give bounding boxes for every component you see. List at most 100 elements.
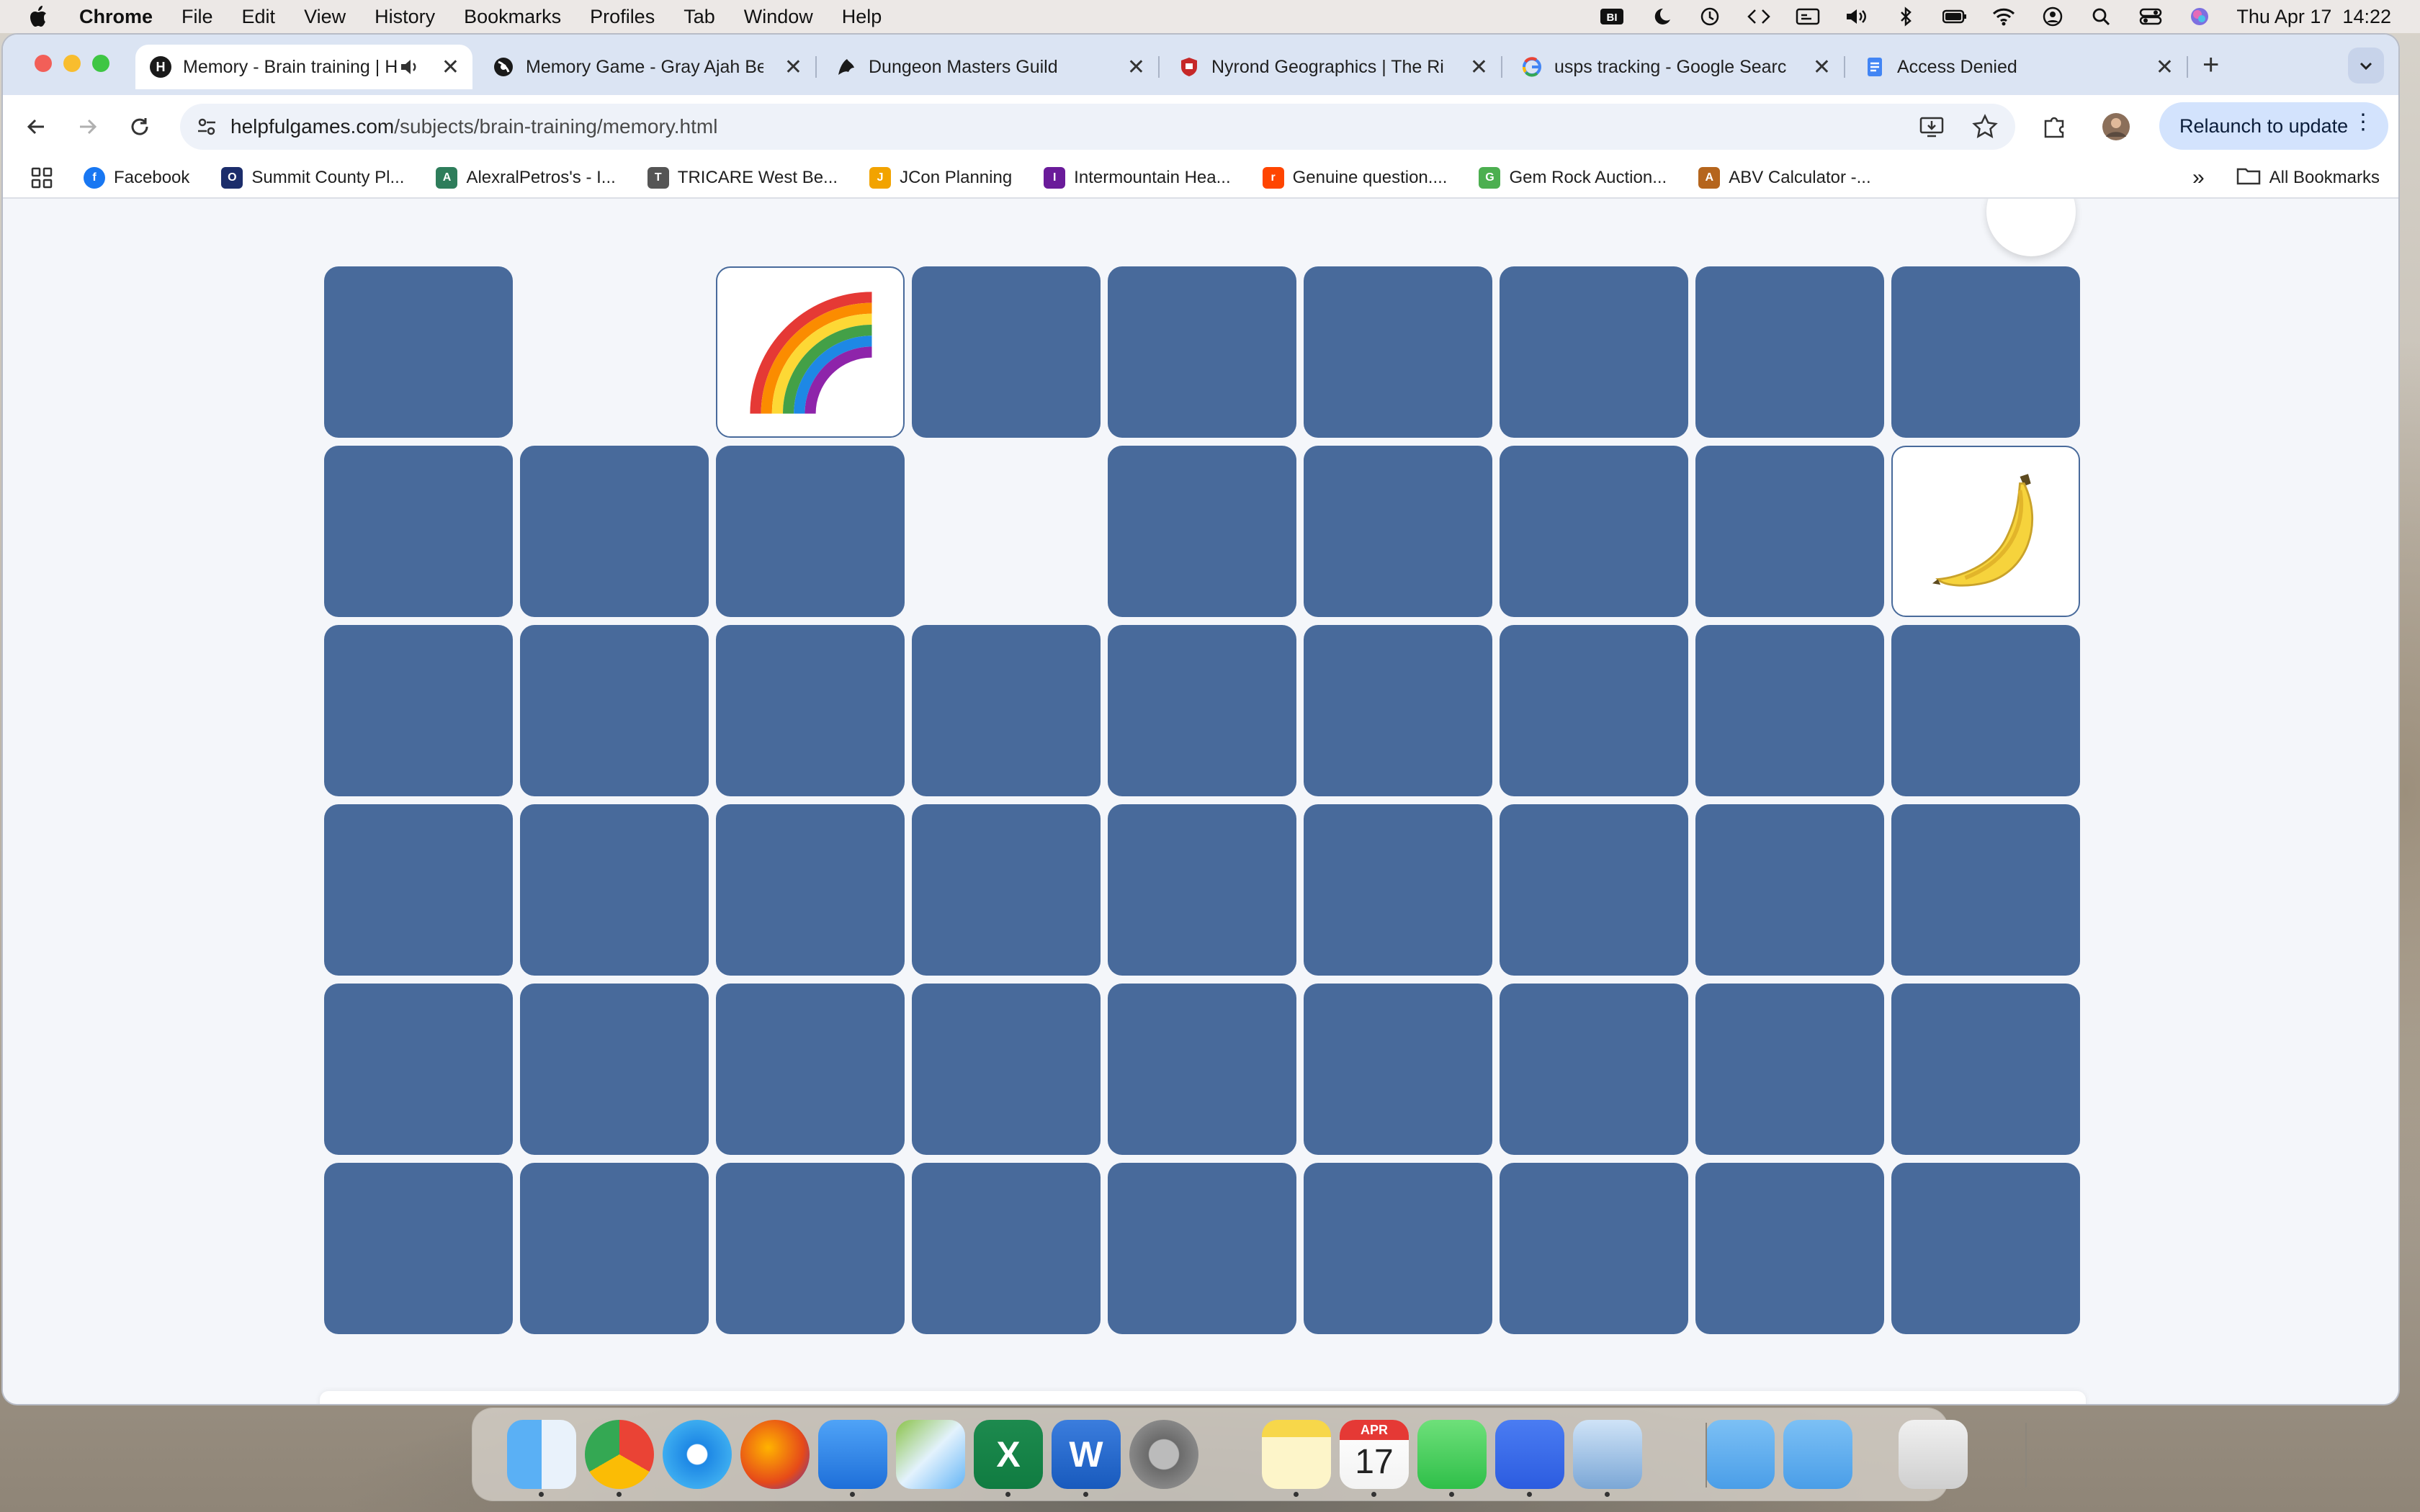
memory-card[interactable] [912,1163,1101,1334]
memory-card[interactable] [324,625,513,796]
safari-icon[interactable] [663,1420,732,1489]
zoom-window-button[interactable] [92,55,109,72]
menu-bar-clock[interactable]: Thu Apr 17 14:22 [2236,6,2391,28]
memory-card[interactable] [324,266,513,438]
memory-card[interactable] [1695,1163,1884,1334]
speaker-icon[interactable] [399,56,421,78]
memory-card[interactable] [1891,625,2080,796]
memory-card[interactable] [1304,266,1492,438]
bookmark-item[interactable]: A AlexralPetros's - I... [436,167,616,189]
minimize-window-button[interactable] [63,55,81,72]
memory-card[interactable] [1695,625,1884,796]
memory-card[interactable] [716,625,905,796]
bookmark-item[interactable]: O Summit County Pl... [221,167,404,189]
memory-card[interactable] [912,804,1101,976]
trash-icon[interactable] [1899,1420,1968,1489]
user-icon[interactable] [2040,6,2065,27]
memory-card[interactable] [1108,804,1296,976]
tab-search-chevron-icon[interactable] [2348,48,2384,84]
memory-card[interactable] [324,446,513,617]
memory-card[interactable] [1304,446,1492,617]
menu-edit[interactable]: Edit [242,6,276,28]
preview-icon[interactable] [1573,1420,1642,1489]
memory-card-rainbow[interactable] [716,266,905,438]
downloads-folder-icon[interactable] [1783,1420,1852,1489]
memory-card[interactable] [1108,266,1296,438]
memory-card[interactable] [520,446,709,617]
menu-help[interactable]: Help [842,6,882,28]
memory-card[interactable] [716,984,905,1155]
apps-grid-icon[interactable] [30,166,53,189]
bluetooth-icon[interactable] [1894,6,1918,27]
applications-folder-icon[interactable] [1706,1420,1775,1489]
memory-card[interactable] [1108,984,1296,1155]
bookmark-item[interactable]: J JCon Planning [869,167,1012,189]
firefox-icon[interactable] [740,1420,810,1489]
memory-card[interactable] [1304,1163,1492,1334]
memory-card[interactable] [520,1163,709,1334]
apple-icon[interactable] [29,6,48,27]
close-tab-icon[interactable]: ✕ [1470,55,1488,80]
volume-icon[interactable] [1845,6,1869,27]
memory-card[interactable] [1108,446,1296,617]
memory-card[interactable] [716,804,905,976]
moon-icon[interactable] [1649,6,1673,27]
more-menu-icon[interactable]: ⋮ [2352,109,2374,135]
memory-card[interactable] [1500,804,1688,976]
memory-card[interactable] [324,984,513,1155]
memory-card[interactable] [912,984,1101,1155]
bookmark-item[interactable]: f Facebook [84,167,189,189]
memory-card[interactable] [1695,984,1884,1155]
word-icon[interactable]: W [1052,1420,1121,1489]
memory-card[interactable] [1891,266,2080,438]
menu-history[interactable]: History [375,6,435,28]
memory-card[interactable] [1891,1163,2080,1334]
close-tab-icon[interactable]: ✕ [784,55,802,80]
tab-usps-tracking[interactable]: usps tracking - Google Searc ✕ [1507,45,1845,89]
memory-card[interactable] [1500,446,1688,617]
signal-icon[interactable] [1495,1420,1564,1489]
memory-card[interactable] [912,266,1101,438]
time-machine-icon[interactable] [1698,6,1722,27]
memory-card[interactable] [1500,1163,1688,1334]
memory-card[interactable] [1500,266,1688,438]
finder-icon[interactable] [507,1420,576,1489]
chrome-icon[interactable] [585,1420,654,1489]
mail-icon[interactable] [818,1420,887,1489]
all-bookmarks-button[interactable]: All Bookmarks [2269,168,2380,188]
excel-icon[interactable]: X [974,1420,1043,1489]
memory-card[interactable] [520,625,709,796]
memory-card[interactable] [716,1163,905,1334]
tab-access-denied[interactable]: Access Denied ✕ [1850,45,2188,89]
back-arrow-icon[interactable] [20,111,52,143]
close-tab-icon[interactable]: ✕ [442,55,460,80]
bookmark-item[interactable]: r Genuine question.... [1262,167,1447,189]
bi-icon[interactable]: BI [1600,6,1624,27]
memory-card[interactable] [1695,266,1884,438]
bookmark-star-icon[interactable] [1972,114,1998,143]
relaunch-to-update-button[interactable]: Relaunch to update ⋮ [2159,102,2388,150]
memory-card[interactable] [716,446,905,617]
bookmark-item[interactable]: G Gem Rock Auction... [1479,167,1667,189]
bookmark-item[interactable]: T TRICARE West Be... [647,167,838,189]
install-app-icon[interactable] [1919,114,1945,143]
menu-window[interactable]: Window [744,6,813,28]
close-tab-icon[interactable]: ✕ [1127,55,1145,80]
floating-action-button[interactable] [1986,199,2076,256]
control-center-icon[interactable] [2138,6,2163,27]
memory-card[interactable] [1695,804,1884,976]
memory-card[interactable] [1891,804,2080,976]
memory-card[interactable] [1500,984,1688,1155]
menu-app-name[interactable]: Chrome [79,6,153,28]
memory-card[interactable] [324,1163,513,1334]
tab-memory-game-gray-ajah[interactable]: Memory Game - Gray Ajah Be ✕ [478,45,817,89]
menu-file[interactable]: File [182,6,213,28]
memory-card[interactable] [520,984,709,1155]
tab-memory-brain-training[interactable]: H Memory - Brain training | H ✕ [135,45,472,89]
search-icon[interactable] [2089,6,2114,27]
memory-card[interactable] [324,804,513,976]
bookmark-item[interactable]: I Intermountain Hea... [1044,167,1231,189]
memory-card[interactable] [1891,984,2080,1155]
reload-icon[interactable] [124,111,156,143]
memory-card[interactable] [1108,1163,1296,1334]
